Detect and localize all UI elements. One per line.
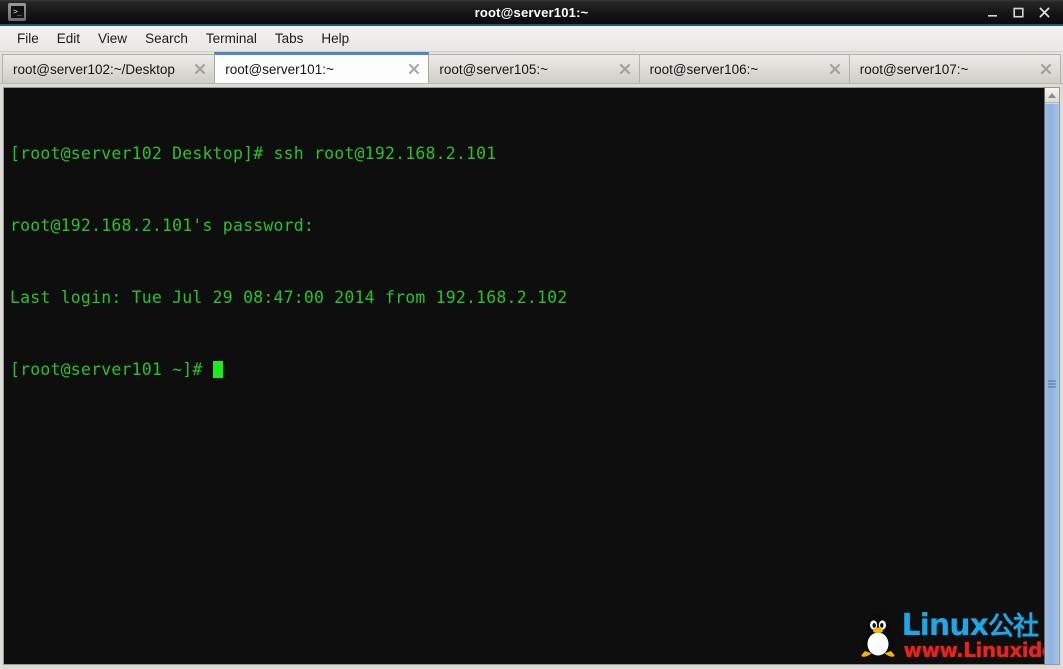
- scroll-up-icon[interactable]: [1045, 88, 1059, 103]
- tux-penguin-icon: [856, 610, 900, 658]
- terminal-line: Last login: Tue Jul 29 08:47:00 2014 fro…: [10, 286, 1044, 310]
- menu-item-file[interactable]: File: [8, 28, 48, 49]
- scrollbar-grip-icon: [1048, 381, 1056, 388]
- terminal-window: >_ root@server101:~ File Edit: [0, 0, 1063, 669]
- tab-bar: root@server102:~/Desktop root@server101:…: [0, 52, 1063, 84]
- menu-bar: File Edit View Search Terminal Tabs Help: [0, 26, 1063, 52]
- close-icon[interactable]: [193, 62, 207, 76]
- close-icon[interactable]: [407, 62, 421, 76]
- terminal-prompt: [root@server101 ~]#: [10, 360, 213, 379]
- watermark-url: www.Linuxidc.com: [904, 640, 1044, 660]
- tab-root-server102[interactable]: root@server102:~/Desktop: [2, 54, 215, 83]
- terminal-output: [root@server102 Desktop]# ssh root@192.1…: [4, 88, 1044, 430]
- terminal-line: root@192.168.2.101's password:: [10, 214, 1044, 238]
- menu-item-search[interactable]: Search: [136, 28, 197, 49]
- terminal-line: [root@server102 Desktop]# ssh root@192.1…: [10, 142, 1044, 166]
- tab-root-server101[interactable]: root@server101:~: [214, 52, 429, 83]
- window-title: root@server101:~: [0, 5, 1063, 20]
- terminal-cursor: [213, 361, 223, 378]
- tab-label: root@server106:~: [650, 62, 759, 77]
- maximize-button[interactable]: [1012, 6, 1025, 19]
- window-controls: [986, 6, 1059, 19]
- menu-item-tabs[interactable]: Tabs: [266, 28, 313, 49]
- scroll-up-arrow-glyph: [1048, 93, 1056, 98]
- terminal-icon-glyph: >_: [11, 6, 24, 18]
- tab-label: root@server101:~: [225, 62, 334, 77]
- watermark-brand-latin: Linux: [902, 608, 988, 643]
- close-button[interactable]: [1038, 6, 1051, 19]
- watermark-brand: Linux公社: [902, 610, 1038, 643]
- terminal-screen[interactable]: [root@server102 Desktop]# ssh root@192.1…: [3, 87, 1044, 665]
- terminal-body: [root@server102 Desktop]# ssh root@192.1…: [0, 84, 1063, 669]
- menu-item-edit[interactable]: Edit: [48, 28, 89, 49]
- terminal-icon: >_: [8, 3, 26, 21]
- menu-item-terminal[interactable]: Terminal: [197, 28, 266, 49]
- terminal-scrollbar[interactable]: [1044, 87, 1060, 665]
- close-icon[interactable]: [618, 62, 632, 76]
- close-icon[interactable]: [828, 62, 842, 76]
- tab-label: root@server102:~/Desktop: [13, 62, 175, 77]
- tab-root-server107[interactable]: root@server107:~: [849, 54, 1061, 83]
- scrollbar-thumb[interactable]: [1045, 103, 1059, 664]
- terminal-prompt-line: [root@server101 ~]#: [10, 358, 1044, 382]
- watermark-text: Linux公社 www.Linuxidc.com: [902, 610, 1038, 658]
- close-icon[interactable]: [1039, 62, 1053, 76]
- window-titlebar: >_ root@server101:~: [0, 0, 1063, 26]
- watermark: Linux公社 www.Linuxidc.com: [856, 610, 1038, 658]
- menu-item-help[interactable]: Help: [312, 28, 358, 49]
- minimize-button[interactable]: [986, 6, 999, 19]
- menu-item-view[interactable]: View: [89, 28, 136, 49]
- tab-label: root@server105:~: [439, 62, 548, 77]
- tab-label: root@server107:~: [860, 62, 969, 77]
- tab-root-server106[interactable]: root@server106:~: [639, 54, 850, 83]
- tab-root-server105[interactable]: root@server105:~: [428, 54, 639, 83]
- watermark-brand-cn: 公社: [988, 612, 1038, 642]
